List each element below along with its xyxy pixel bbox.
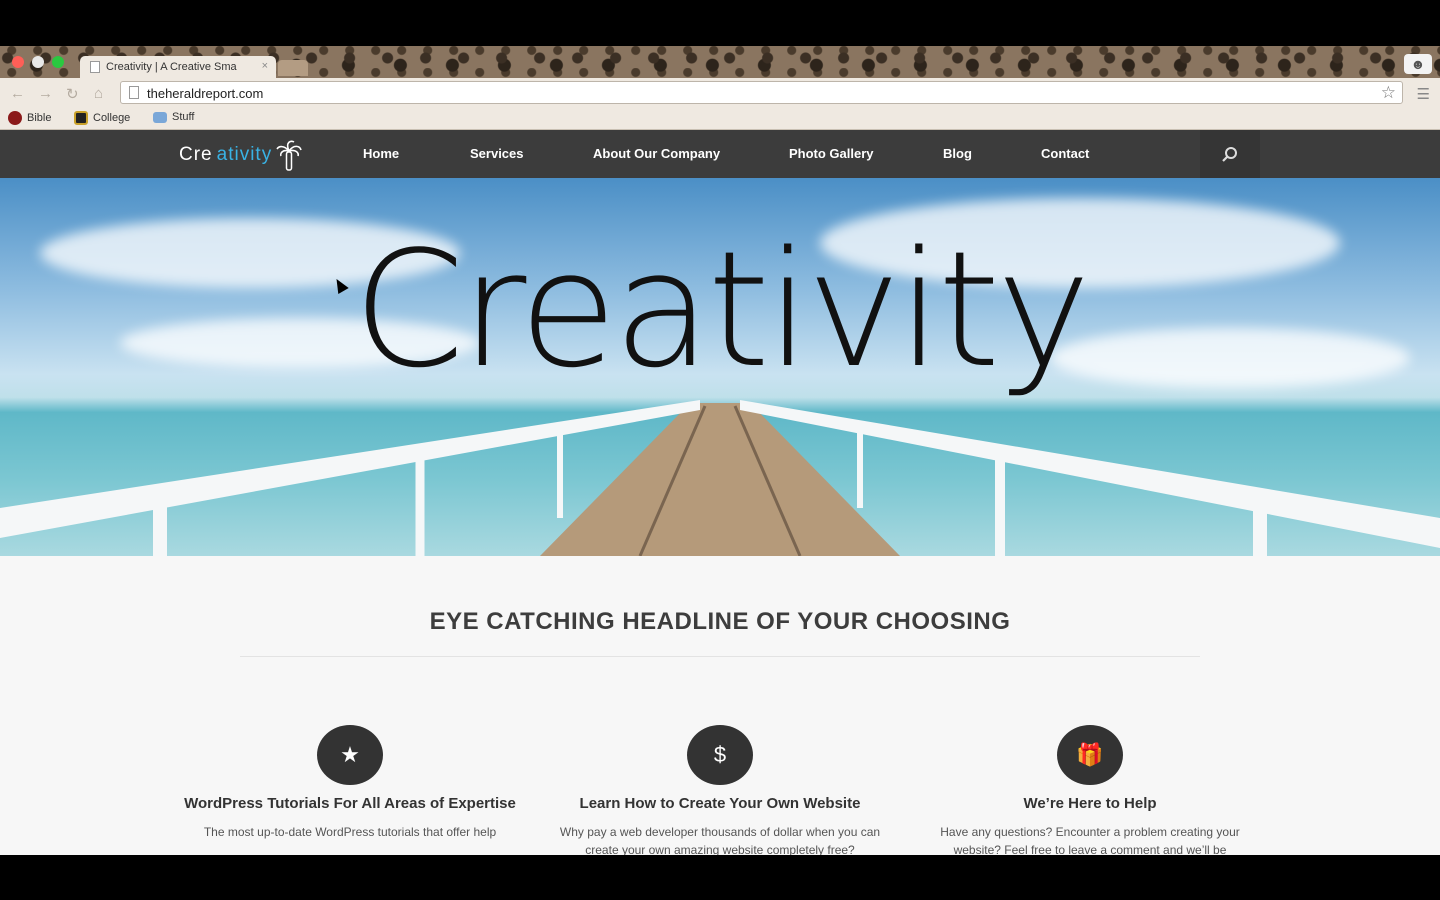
feature-card: 🎁 We’re Here to Help Have any questions?… (910, 725, 1270, 859)
bookmarks-bar: Bible College Stuff (0, 108, 1440, 130)
address-bar[interactable]: theheraldreport.com ☆ (120, 81, 1403, 104)
section-divider (240, 656, 1200, 657)
incognito-profile-icon[interactable]: ☻ (1404, 54, 1432, 74)
hamburger-menu-icon[interactable]: ☰ (1417, 85, 1430, 103)
college-icon (74, 111, 88, 125)
nav-blog[interactable]: Blog (943, 146, 972, 161)
star-icon: ★ (317, 725, 383, 785)
page-icon (90, 61, 100, 73)
feature-title: We’re Here to Help (1023, 795, 1157, 812)
hero-title: Creativity (352, 216, 1091, 403)
feature-card: ★ WordPress Tutorials For All Areas of E… (170, 725, 530, 841)
bookmark-stuff[interactable]: Stuff (153, 111, 194, 123)
browser-toolbar: ← → ↻ ⌂ theheraldreport.com ☆ ☰ (0, 78, 1440, 108)
home-icon[interactable]: ⌂ (94, 85, 103, 102)
minimize-window-button[interactable] (32, 56, 44, 68)
bookmark-label: College (93, 112, 131, 124)
nav-about[interactable]: About Our Company (593, 146, 720, 161)
site-navbar: Cre ativity Home Services About Our Compa… (0, 130, 1440, 178)
feature-text: Have any questions? Encounter a problem … (940, 825, 1240, 857)
bookmark-label: Bible (27, 112, 52, 124)
bookmark-bible[interactable]: Bible (8, 111, 51, 125)
forward-icon[interactable]: → (38, 85, 53, 102)
feature-title: WordPress Tutorials For All Areas of Exp… (184, 795, 516, 812)
hero-banner: Creativity (0, 178, 1440, 556)
logo-text-start: Cre (179, 144, 213, 165)
page-info-icon[interactable] (129, 86, 139, 99)
nav-home[interactable]: Home (363, 146, 399, 161)
url-text[interactable]: theheraldreport.com (147, 86, 263, 101)
feature-text: Why pay a web developer thousands of dol… (559, 825, 881, 857)
nav-services[interactable]: Services (470, 146, 524, 161)
browser-tabstrip: Creativity | A Creative Sma × ☻ (0, 46, 1440, 78)
reload-icon[interactable]: ↻ (66, 85, 79, 103)
tab-close-icon[interactable]: × (262, 60, 268, 72)
bookmark-label: Stuff (172, 111, 195, 123)
close-window-button[interactable] (12, 56, 24, 68)
feature-text: The most up-to-date WordPress tutorials … (203, 825, 497, 839)
letterbox-bottom (0, 855, 1440, 900)
gift-icon: 🎁 (1057, 725, 1123, 785)
palm-tree-icon (276, 140, 302, 171)
nav-photo-gallery[interactable]: Photo Gallery (789, 146, 874, 161)
section-headline: EYE CATCHING HEADLINE OF YOUR CHOOSING (429, 608, 1011, 635)
tab-title: Creativity | A Creative Sma (106, 61, 237, 73)
folder-icon (153, 111, 167, 123)
features-section: EYE CATCHING HEADLINE OF YOUR CHOOSING ★… (0, 556, 1440, 857)
site-search-button[interactable] (1200, 130, 1260, 178)
dollar-icon: $ (687, 725, 753, 785)
feature-title: Learn How to Create Your Own Website (579, 795, 861, 812)
feature-card: $ Learn How to Create Your Own Website W… (540, 725, 900, 859)
letterbox-top (0, 0, 1440, 46)
back-icon[interactable]: ← (10, 85, 25, 102)
bookmark-star-icon[interactable]: ☆ (1381, 83, 1396, 103)
browser-tab[interactable]: Creativity | A Creative Sma × (80, 56, 276, 78)
search-icon (1222, 147, 1237, 162)
new-tab-button[interactable] (278, 60, 308, 76)
bible-icon (8, 111, 22, 125)
bookmark-college[interactable]: College (74, 111, 130, 125)
nav-contact[interactable]: Contact (1041, 146, 1089, 161)
site-logo[interactable]: Cre ativity (179, 138, 302, 172)
logo-text-accent: ativity (216, 144, 273, 165)
zoom-window-button[interactable] (52, 56, 64, 68)
